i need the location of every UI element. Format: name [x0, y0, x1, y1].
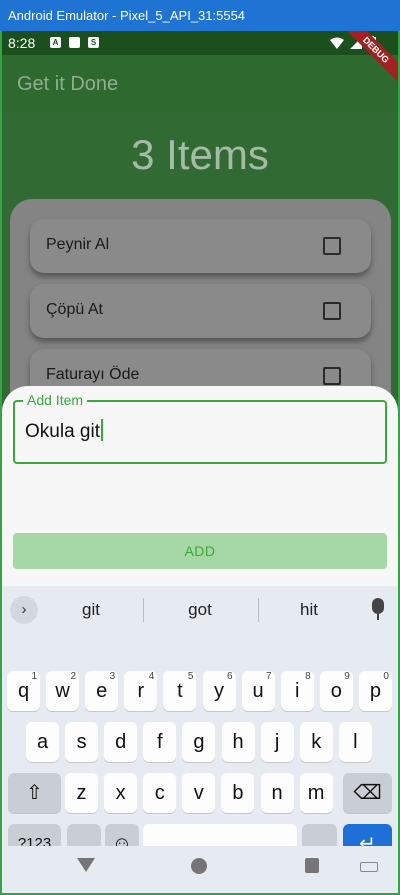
status-bar: 8:28 A S DEBUG [2, 31, 398, 84]
key-label: e [96, 680, 108, 702]
add-button[interactable]: ADD [13, 533, 387, 569]
key-c[interactable]: c [143, 773, 177, 813]
notification-a-icon: A [50, 37, 61, 48]
key-label: p [369, 680, 381, 702]
key-hint: 3 [109, 671, 116, 682]
key-label: t [177, 680, 183, 702]
add-item-field[interactable]: Add Item Okula git [13, 392, 387, 464]
key-g[interactable]: g [182, 722, 216, 762]
key-hint: 8 [305, 671, 311, 682]
key-hint: 6 [226, 671, 233, 682]
list-item-label: Faturayı Öde [46, 366, 140, 383]
emulator-title: Android Emulator - Pixel_5_API_31:5554 [8, 8, 246, 23]
key-w[interactable]: w2 [46, 671, 80, 711]
key-label: w [55, 680, 70, 702]
suggestion-strip: › git got hit [2, 586, 398, 634]
app-bar: Get it Done [2, 55, 398, 113]
app-title: Get it Done [17, 73, 119, 95]
soft-keyboard: › git got hit q1w2e3r4t5y6u7i8o9p0 asdfg… [2, 586, 398, 871]
key-y[interactable]: y6 [202, 671, 236, 711]
microphone-stem [377, 614, 379, 620]
key-r[interactable]: r4 [124, 671, 158, 711]
checkbox[interactable] [323, 367, 341, 385]
list-item[interactable]: Peynir Al [30, 219, 371, 273]
suggestion-item[interactable]: got [145, 600, 255, 620]
key-label: i [294, 680, 300, 702]
key-hint: 1 [31, 671, 37, 682]
add-item-field-label: Add Item [23, 392, 88, 408]
key-f[interactable]: f [143, 722, 177, 762]
key-l[interactable]: l [338, 722, 372, 762]
text-cursor [100, 419, 103, 441]
add-item-input[interactable]: Okula git [25, 419, 103, 443]
key-x[interactable]: x [104, 773, 138, 813]
status-time: 8:28 [8, 35, 36, 51]
key-m[interactable]: m [299, 773, 333, 813]
list-item-label: Peynir Al [46, 236, 110, 253]
key-label: o [330, 680, 342, 702]
checkbox[interactable] [323, 237, 341, 255]
key-d[interactable]: d [104, 722, 138, 762]
sd-card-icon [69, 37, 80, 48]
suggestion-item[interactable]: hit [254, 600, 364, 620]
wifi-icon [330, 37, 344, 49]
key-hint: 2 [70, 671, 77, 682]
key-z[interactable]: z [65, 773, 98, 813]
back-icon[interactable] [77, 858, 95, 872]
checkbox[interactable] [323, 302, 341, 320]
add-item-bottom-sheet: Add Item Okula git ADD [2, 386, 398, 596]
navigation-bar [2, 846, 398, 893]
backspace-key[interactable]: ⌫ [343, 773, 392, 813]
suggestion-divider [143, 598, 144, 622]
key-k[interactable]: k [299, 722, 333, 762]
key-i[interactable]: i8 [280, 671, 314, 711]
device-screen: 8:28 A S DEBUG Get it Done 3 Items Peyni… [0, 31, 400, 895]
list-item-label: Çöpü At [46, 301, 103, 318]
key-u[interactable]: u7 [241, 671, 275, 711]
item-count-title: 3 Items [131, 131, 269, 178]
key-label: q [17, 680, 30, 702]
key-hint: 4 [148, 671, 155, 682]
list-item[interactable]: Çöpü At [30, 284, 371, 338]
key-b[interactable]: b [221, 773, 255, 813]
key-o[interactable]: o9 [319, 671, 353, 711]
key-s[interactable]: s [65, 722, 99, 762]
microphone-icon[interactable] [372, 598, 384, 614]
key-t[interactable]: t5 [163, 671, 197, 711]
key-hint: 5 [187, 671, 194, 682]
recents-icon[interactable] [305, 858, 319, 873]
key-j[interactable]: j [260, 722, 294, 762]
key-q[interactable]: q1 [7, 671, 40, 711]
key-h[interactable]: h [221, 722, 255, 762]
status-notification-icons: A S [50, 37, 99, 48]
key-hint: 7 [266, 671, 272, 682]
add-item-input-text: Okula git [25, 421, 100, 442]
key-hint: 9 [344, 671, 350, 682]
key-n[interactable]: n [260, 773, 294, 813]
key-label: y [214, 680, 224, 702]
chevron-right-icon[interactable]: › [10, 596, 38, 624]
key-p[interactable]: p0 [358, 671, 392, 711]
sync-icon: S [88, 37, 99, 48]
emulator-title-bar: Android Emulator - Pixel_5_API_31:5554 [0, 0, 400, 31]
suggestion-item[interactable]: git [36, 600, 146, 620]
shift-key[interactable]: ⇧ [8, 773, 61, 813]
key-a[interactable]: a [26, 722, 59, 762]
key-label: u [252, 680, 264, 702]
home-icon[interactable] [191, 858, 207, 874]
key-hint: 0 [383, 671, 389, 682]
keyboard-switch-icon[interactable] [360, 862, 378, 872]
key-v[interactable]: v [182, 773, 216, 813]
key-e[interactable]: e3 [85, 671, 119, 711]
key-label: r [137, 680, 145, 702]
